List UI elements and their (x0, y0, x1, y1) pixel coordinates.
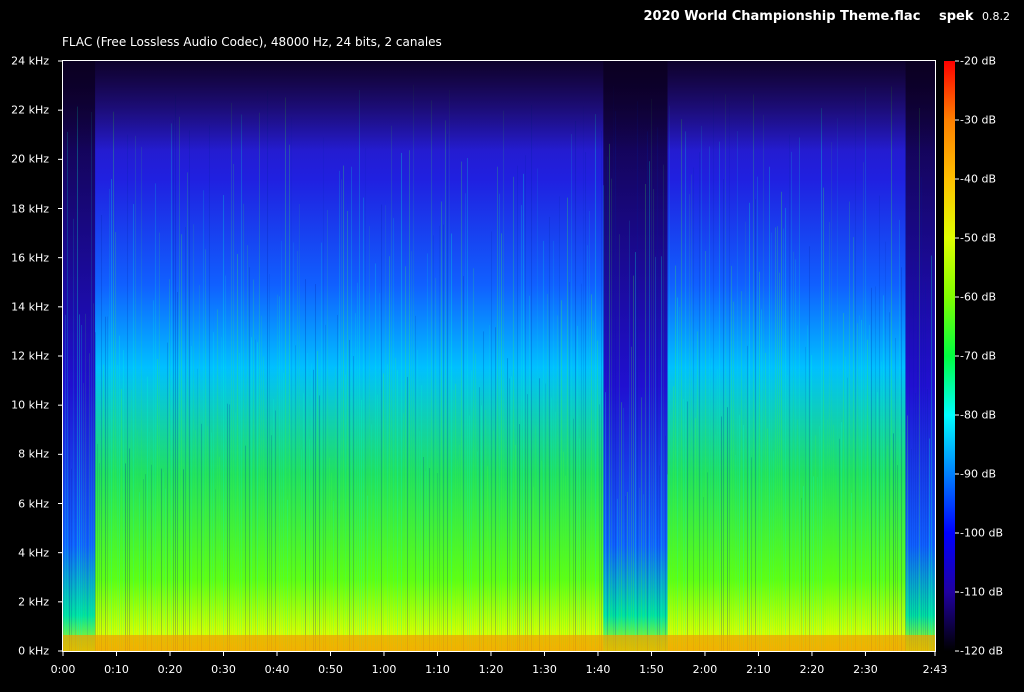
spectrogram-chart (58, 60, 959, 656)
colorbar-tick-label: -70 dB (960, 349, 996, 363)
time-tick-label: 0:50 (318, 663, 343, 676)
freq-tick-label: 2 kHz (18, 595, 49, 609)
time-tick-label: 1:50 (639, 663, 664, 676)
colorbar-tick-label: -60 dB (960, 290, 996, 304)
time-tick-label: 0:10 (104, 663, 129, 676)
freq-tick-label: 20 kHz (11, 152, 49, 166)
time-tick-label: 2:30 (853, 663, 878, 676)
time-tick-label: 0:00 (50, 663, 76, 676)
freq-tick-label: 4 kHz (18, 546, 49, 560)
time-tick-label: 1:20 (478, 663, 504, 676)
freq-tick-label: 8 kHz (18, 447, 49, 461)
freq-tick-label: 10 kHz (11, 398, 49, 412)
colorbar-tick-label: -50 dB (960, 231, 996, 245)
time-tick-label: 2:10 (746, 663, 771, 676)
colorbar-tick-label: -40 dB (960, 172, 996, 186)
colorbar-tick-label: -80 dB (960, 408, 996, 422)
time-tick-label: 1:30 (532, 663, 557, 676)
time-tick-label: 0:40 (264, 663, 290, 676)
freq-tick-label: 24 kHz (11, 54, 49, 68)
freq-tick-label: 16 kHz (11, 251, 49, 265)
freq-tick-label: 12 kHz (11, 349, 49, 363)
time-tick-label: 2:00 (692, 663, 718, 676)
colorbar (944, 61, 955, 651)
colorbar-tick-label: -30 dB (960, 113, 996, 127)
bass-band (63, 635, 935, 651)
time-tick-label: 0:20 (157, 663, 183, 676)
colorbar-tick-label: -20 dB (960, 54, 996, 68)
freq-tick-label: 6 kHz (18, 497, 49, 510)
freq-tick-label: 14 kHz (11, 300, 49, 314)
time-tick-label: 0:30 (211, 663, 236, 676)
time-tick-label: 1:10 (425, 663, 450, 676)
colorbar-tick-label: -120 dB (960, 644, 1003, 658)
colorbar-tick-label: -100 dB (960, 526, 1003, 540)
freq-tick-label: 18 kHz (11, 202, 49, 215)
time-tick-label: 1:00 (371, 663, 397, 676)
colorbar-tick-label: -90 dB (960, 467, 996, 481)
time-tick-label: 2:43 (922, 663, 948, 676)
freq-tick-label: 0 kHz (18, 644, 49, 658)
colorbar-tick-label: -110 dB (960, 585, 1003, 599)
time-tick-label: 2:20 (799, 663, 825, 676)
freq-tick-label: 22 kHz (11, 103, 49, 117)
time-tick-label: 1:40 (585, 663, 611, 676)
